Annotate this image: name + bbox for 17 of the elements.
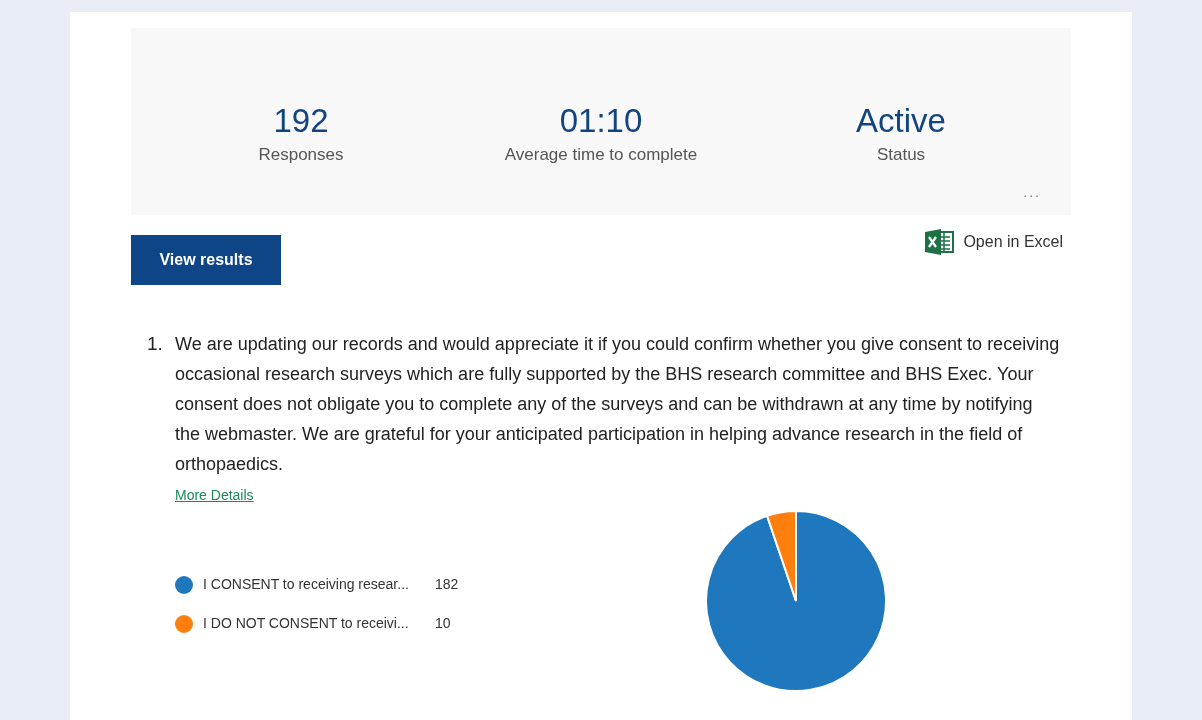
stat-label: Average time to complete [504,144,698,166]
stat-label: Status [876,144,926,166]
more-options-button[interactable]: ... [1023,182,1041,203]
stat-value: 01:10 [559,102,643,140]
stat-label: Responses [258,144,344,166]
legend-label: I CONSENT to receiving resear... [203,575,410,594]
legend-label: I DO NOT CONSENT to receivi... [203,614,410,633]
question-number: 1. [147,332,164,356]
more-details-link[interactable]: More Details [175,485,254,506]
view-results-button[interactable]: View results [131,235,281,285]
stat-value: Active [856,102,946,140]
question-text: We are updating our records and would appreciate it if you could confirm whether you give consent to receiving occasional research surveys which are fully supported by the BHS research committee and BHS Exec. Your consent does not obligate you to complete any of the surveys and can be withdrawn at any time by notifying the webmaster. We are grateful for your anticipated participation in helping advance research in the field of orthopaedics. [175,333,1061,476]
legend-count: 182 [435,575,459,594]
spreadsheet-icon [925,229,956,255]
legend-count: 10 [435,614,451,633]
stat-value: 192 [273,102,329,140]
open-excel-button[interactable]: Open in Excel [925,229,1063,255]
